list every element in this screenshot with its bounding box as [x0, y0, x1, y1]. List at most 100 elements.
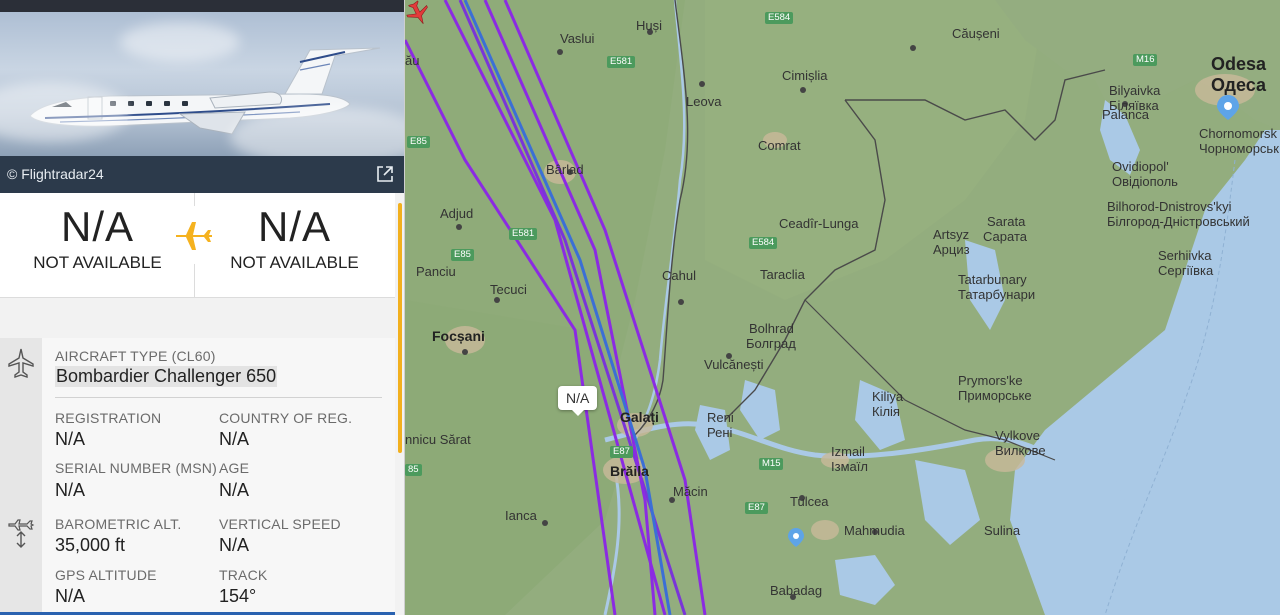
map-place-label: Вилкове [995, 443, 1046, 458]
road-shield: E581 [607, 56, 636, 68]
road-shield: E85 [451, 249, 474, 261]
road-shield: E581 [509, 228, 538, 240]
age-label: AGE [219, 460, 250, 476]
map-place-label: Adjud [440, 206, 474, 221]
aircraft-type-value: Bombardier Challenger 650 [55, 366, 278, 387]
destination-airport[interactable]: N/A NOT AVAILABLE [197, 193, 392, 298]
panel-scrollbar[interactable] [396, 193, 404, 615]
baro-alt-label: BAROMETRIC ALT. [55, 516, 182, 532]
altitude-section-icon [8, 519, 35, 548]
map-place-label: ău [405, 53, 420, 68]
map-place-label: Овідіополь [1112, 174, 1178, 189]
road-shield: E584 [765, 12, 794, 24]
map-place-label: Bilhorod-Dnistrovs'kyi [1107, 199, 1232, 214]
map-place-label: nnicu Sărat [405, 432, 471, 447]
msn-value: N/A [55, 480, 86, 500]
map-place-label: Tulcea [790, 494, 829, 509]
map-place-label: Brăila [610, 463, 649, 479]
flight-callsign-tag[interactable]: N/A [558, 386, 598, 416]
external-link-icon[interactable] [375, 164, 395, 184]
route-plane-badge [166, 206, 224, 264]
destination-code: N/A [257, 203, 331, 250]
details-separator [55, 397, 382, 398]
map-place-label: Sarata [987, 214, 1026, 229]
map-place-label: Artsyz [933, 227, 970, 242]
country-value: N/A [219, 429, 250, 449]
map-place-label: Taraclia [760, 267, 805, 282]
map-place-label: Izmail [831, 444, 865, 459]
map-place-label: Одеса [1211, 75, 1266, 95]
country-label: COUNTRY OF REG. [219, 410, 353, 426]
photo-credit-bar: © Flightradar24 [0, 156, 404, 193]
map-place-label: Сарата [983, 229, 1027, 244]
map-place-label: Palanca [1102, 107, 1149, 122]
panel-scrollbar-thumb[interactable] [398, 203, 402, 453]
msn-label: SERIAL NUMBER (MSN) [55, 460, 217, 476]
map-place-label: Чорноморськ [1199, 141, 1279, 156]
gps-alt-value: N/A [55, 586, 86, 606]
vspeed-label: VERTICAL SPEED [219, 516, 341, 532]
map-place-label: Leova [686, 94, 722, 109]
map-place-label: Ianca [505, 508, 537, 523]
map-place-label: Ізмаїл [831, 459, 868, 474]
map-place-label: Căușeni [952, 26, 1000, 41]
map-place-label: Serhiivka [1158, 248, 1212, 263]
map-place-label: Сергіївка [1158, 263, 1214, 278]
aircraft-details: AIRCRAFT TYPE (CL60) Bombardier Challeng… [0, 338, 395, 615]
road-shield: E87 [610, 446, 633, 458]
map-place-label: Vylkove [995, 428, 1041, 443]
map-place-label: Focșani [432, 328, 485, 344]
route-summary: N/A NOT AVAILABLE N/A NOT AVAILABLE [0, 193, 395, 298]
vspeed-value: N/A [219, 535, 250, 555]
map-place-label: Babadag [770, 583, 823, 598]
aircraft-type-label: AIRCRAFT TYPE (CL60) [55, 348, 216, 364]
baro-alt-value: 35,000 ft [55, 535, 126, 555]
road-shield: 85 [405, 464, 422, 476]
map-place-label: Măcin [673, 484, 708, 499]
map-place-label: Tecuci [490, 282, 527, 297]
map-place-label: Ovidiopol' [1112, 159, 1169, 174]
registration-value: N/A [55, 429, 86, 449]
map-place-label: Huși [636, 18, 663, 33]
road-shield: M16 [1133, 54, 1158, 66]
aircraft-section-icon [8, 348, 34, 378]
track-label: TRACK [219, 567, 268, 583]
map-place-label: Prymors'ke [958, 373, 1023, 388]
map-place-label: Panciu [416, 264, 456, 279]
map-place-label: Татарбунари [958, 287, 1036, 302]
map-place-label: Comrat [758, 138, 801, 153]
panel-header-strip [0, 0, 404, 12]
map-place-label: Cahul [662, 268, 696, 283]
destination-name: NOT AVAILABLE [230, 253, 359, 272]
track-value: 154° [219, 586, 257, 606]
details-content: AIRCRAFT TYPE (CL60) Bombardier Challeng… [42, 338, 395, 615]
aircraft-marker-icon[interactable] [405, 0, 431, 26]
map-place-label: Kiliya [872, 389, 904, 404]
flight-info-panel: © Flightradar24 N/A NOT AVAILABLE N/A NO… [0, 0, 405, 615]
map-place-label: Арциз [933, 242, 970, 257]
map-place-label: Tatarbunary [958, 272, 1027, 287]
panel-spacer [0, 298, 395, 338]
map-place-label: Galați [620, 409, 659, 425]
map-place-label: Болград [746, 336, 796, 351]
road-shield: E85 [407, 136, 430, 148]
aircraft-photo[interactable] [0, 12, 404, 156]
map-place-label: Odesa [1211, 54, 1267, 74]
map-view[interactable]: E584 E581 E85 E581 M16 E85 E584 E87 M15 … [405, 0, 1280, 615]
map-place-label: Ceadîr-Lunga [779, 216, 859, 231]
road-shield: M15 [759, 458, 784, 470]
map-place-label: Білгород-Дністровський [1107, 214, 1250, 229]
map-place-label: Mahmudia [844, 523, 905, 538]
map-place-label: Рені [707, 425, 733, 440]
map-place-label: Bolhrad [749, 321, 794, 336]
map-place-label: Vaslui [560, 31, 595, 46]
map-place-label: Bârlad [546, 162, 584, 177]
map-place-label: Sulina [984, 523, 1021, 538]
registration-label: REGISTRATION [55, 410, 162, 426]
map-place-label: Vulcănești [704, 357, 764, 372]
map-place-label: Bilyaivka [1109, 83, 1161, 98]
map-place-label: Chornomorsk [1199, 126, 1278, 141]
map-place-label: Cimișlia [782, 68, 828, 83]
airplane-icon [176, 222, 212, 250]
road-shield: E87 [745, 502, 768, 514]
